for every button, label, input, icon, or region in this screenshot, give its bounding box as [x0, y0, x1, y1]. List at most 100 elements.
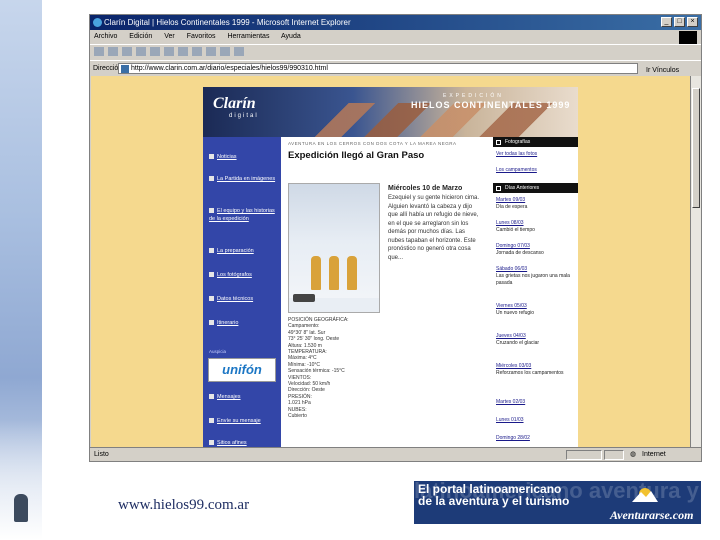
ie-throbber-icon: [679, 31, 697, 45]
clarin-page: Clarín digital EXPEDICIÓN HIELOS CONTINE…: [203, 87, 578, 447]
bullet-icon: [209, 418, 214, 424]
bullet-icon: [209, 440, 214, 446]
entry-date[interactable]: Domingo 07/03: [496, 243, 576, 250]
address-input[interactable]: http://www.clarin.com.ar/diario/especial…: [118, 63, 638, 74]
banner-line-2: de la aventura y el turismo: [418, 494, 570, 508]
scrollbar-thumb[interactable]: [692, 88, 700, 208]
section-header-fotografias: Fotografías: [493, 137, 578, 147]
page-viewport: Clarín digital EXPEDICIÓN HIELOS CONTINE…: [91, 76, 690, 447]
window-title: Clarín Digital | Hielos Continentales 19…: [104, 18, 351, 27]
decorative-mountain-strip: [0, 0, 42, 540]
refresh-icon[interactable]: [135, 47, 146, 56]
vertical-scrollbar[interactable]: [690, 76, 701, 447]
entry-text: Jornada de descanso: [496, 250, 544, 256]
address-bar: Dirección http://www.clarin.com.ar/diari…: [90, 60, 701, 76]
entry-text: Las grietas nos jugaron una mala pasada: [496, 273, 570, 286]
clarin-logo[interactable]: Clarín: [213, 95, 256, 113]
menu-ver[interactable]: Ver: [164, 33, 175, 40]
bullet-icon: [209, 320, 214, 326]
nav-item-datos-tecnicos[interactable]: Datos técnicos: [209, 295, 279, 303]
unifon-logo[interactable]: unifón: [208, 358, 276, 382]
nav-item-equipo[interactable]: El equipo y las historias de la expedici…: [209, 207, 279, 223]
entry-date[interactable]: Viernes 05/03: [496, 303, 576, 310]
print-icon[interactable]: [219, 47, 230, 56]
entry-text: Cambió el tiempo: [496, 227, 535, 233]
entry-date[interactable]: Lunes 01/03: [496, 417, 576, 424]
technical-facts: POSICIÓN GEOGRÁFICA: Campamento: 49°30' …: [288, 317, 380, 420]
nav-item-fotografos[interactable]: Los fotógrafos: [209, 271, 279, 279]
entry-text: Día de espera: [496, 204, 528, 210]
menu-edicion[interactable]: Edición: [129, 33, 152, 40]
site-header: Clarín digital EXPEDICIÓN HIELOS CONTINE…: [203, 87, 578, 137]
sidebar-column: Fotografías Ver todas las fotos Los camp…: [493, 137, 578, 447]
link-ver-fotos[interactable]: Ver todas las fotos: [496, 151, 576, 158]
section-header-dias-anteriores: Días Anteriores: [493, 183, 578, 193]
nav-item-itinerario[interactable]: Itinerario: [209, 319, 279, 327]
aventurarse-logo: Aventurarse.com: [610, 508, 694, 522]
nav-item-noticias[interactable]: Noticias: [209, 153, 279, 161]
entry-date[interactable]: Miércoles 03/03: [496, 363, 576, 370]
entry-text: Un nuevo refugio: [496, 310, 535, 316]
entry-date[interactable]: Domingo 28/02: [496, 435, 576, 442]
nav-item-preparacion[interactable]: La preparación: [209, 247, 279, 255]
entry-date[interactable]: Sábado 06/03: [496, 266, 576, 273]
bullet-icon: [209, 208, 214, 214]
back-icon[interactable]: [94, 47, 104, 56]
mail-icon[interactable]: [205, 47, 216, 56]
toolbar: [90, 44, 701, 59]
nav-item-partida[interactable]: La Partida en imágenes: [209, 175, 279, 183]
footer-url[interactable]: www.hielos99.com.ar: [118, 497, 249, 514]
status-cell: [566, 450, 602, 460]
square-icon: [496, 186, 501, 191]
snow-field: [0, 420, 42, 540]
history-icon[interactable]: [191, 47, 202, 56]
square-icon: [496, 140, 501, 145]
close-button[interactable]: ×: [687, 17, 698, 27]
link-campamentos[interactable]: Los campamentos: [496, 167, 576, 174]
nav-item-envie-mensaje[interactable]: Envíe su mensaje: [209, 417, 279, 425]
ie-icon: [93, 18, 102, 27]
favorites-icon[interactable]: [177, 47, 188, 56]
nav-item-sitios-afines[interactable]: Sitios afines: [209, 439, 279, 447]
expedition-photo: [288, 183, 380, 313]
bullet-icon: [209, 176, 214, 182]
status-cell: [604, 450, 624, 460]
title-bar[interactable]: Clarín Digital | Hielos Continentales 19…: [90, 15, 701, 30]
header-kicker: EXPEDICIÓN: [443, 93, 504, 99]
bullet-icon: [209, 154, 214, 160]
article-date: Miércoles 10 de Marzo: [388, 185, 463, 192]
maximize-button[interactable]: □: [674, 17, 685, 27]
entry-date[interactable]: Martes 02/03: [496, 399, 576, 406]
forward-icon[interactable]: [107, 47, 118, 56]
article-headline: Expedición llegó al Gran Paso: [288, 150, 425, 161]
article-column: AVENTURA EN LOS CERROS CON DOS COTA Y LA…: [285, 137, 485, 447]
photo-climber: [329, 256, 339, 290]
entry-date[interactable]: Martes 09/03: [496, 197, 576, 204]
entry-date[interactable]: Lunes 08/03: [496, 220, 576, 227]
sun-mountain-icon: [632, 488, 658, 502]
photo-sled: [293, 294, 315, 302]
nav-item-mensajes[interactable]: Mensajes: [209, 393, 279, 401]
menu-archivo[interactable]: Archivo: [94, 33, 117, 40]
entry-date[interactable]: Jueves 04/03: [496, 333, 576, 340]
zone-text: Internet: [642, 451, 666, 458]
aventurarse-banner[interactable]: latinoamericano aventura y el turismo El…: [414, 481, 701, 524]
home-icon[interactable]: [149, 47, 160, 56]
search-icon[interactable]: [163, 47, 174, 56]
minimize-button[interactable]: _: [661, 17, 672, 27]
page-icon: [121, 65, 129, 73]
go-label: Ir: [646, 67, 651, 74]
stop-icon[interactable]: [121, 47, 132, 56]
climber-silhouette: [14, 494, 28, 522]
article-kicker: AVENTURA EN LOS CERROS CON DOS COTA Y LA…: [288, 141, 457, 146]
article-body: Ezequiel y su gente hicieron cima. Algui…: [388, 195, 480, 261]
menu-ayuda[interactable]: Ayuda: [281, 33, 301, 40]
bullet-icon: [209, 248, 214, 254]
fact-line: Cubierto: [288, 413, 307, 420]
links-label[interactable]: Vínculos: [652, 67, 679, 74]
menu-herramientas[interactable]: Herramientas: [227, 33, 269, 40]
menu-favoritos[interactable]: Favoritos: [187, 33, 216, 40]
edit-icon[interactable]: [233, 47, 244, 56]
bullet-icon: [209, 272, 214, 278]
header-title: HIELOS CONTINENTALES 1999: [411, 100, 571, 110]
